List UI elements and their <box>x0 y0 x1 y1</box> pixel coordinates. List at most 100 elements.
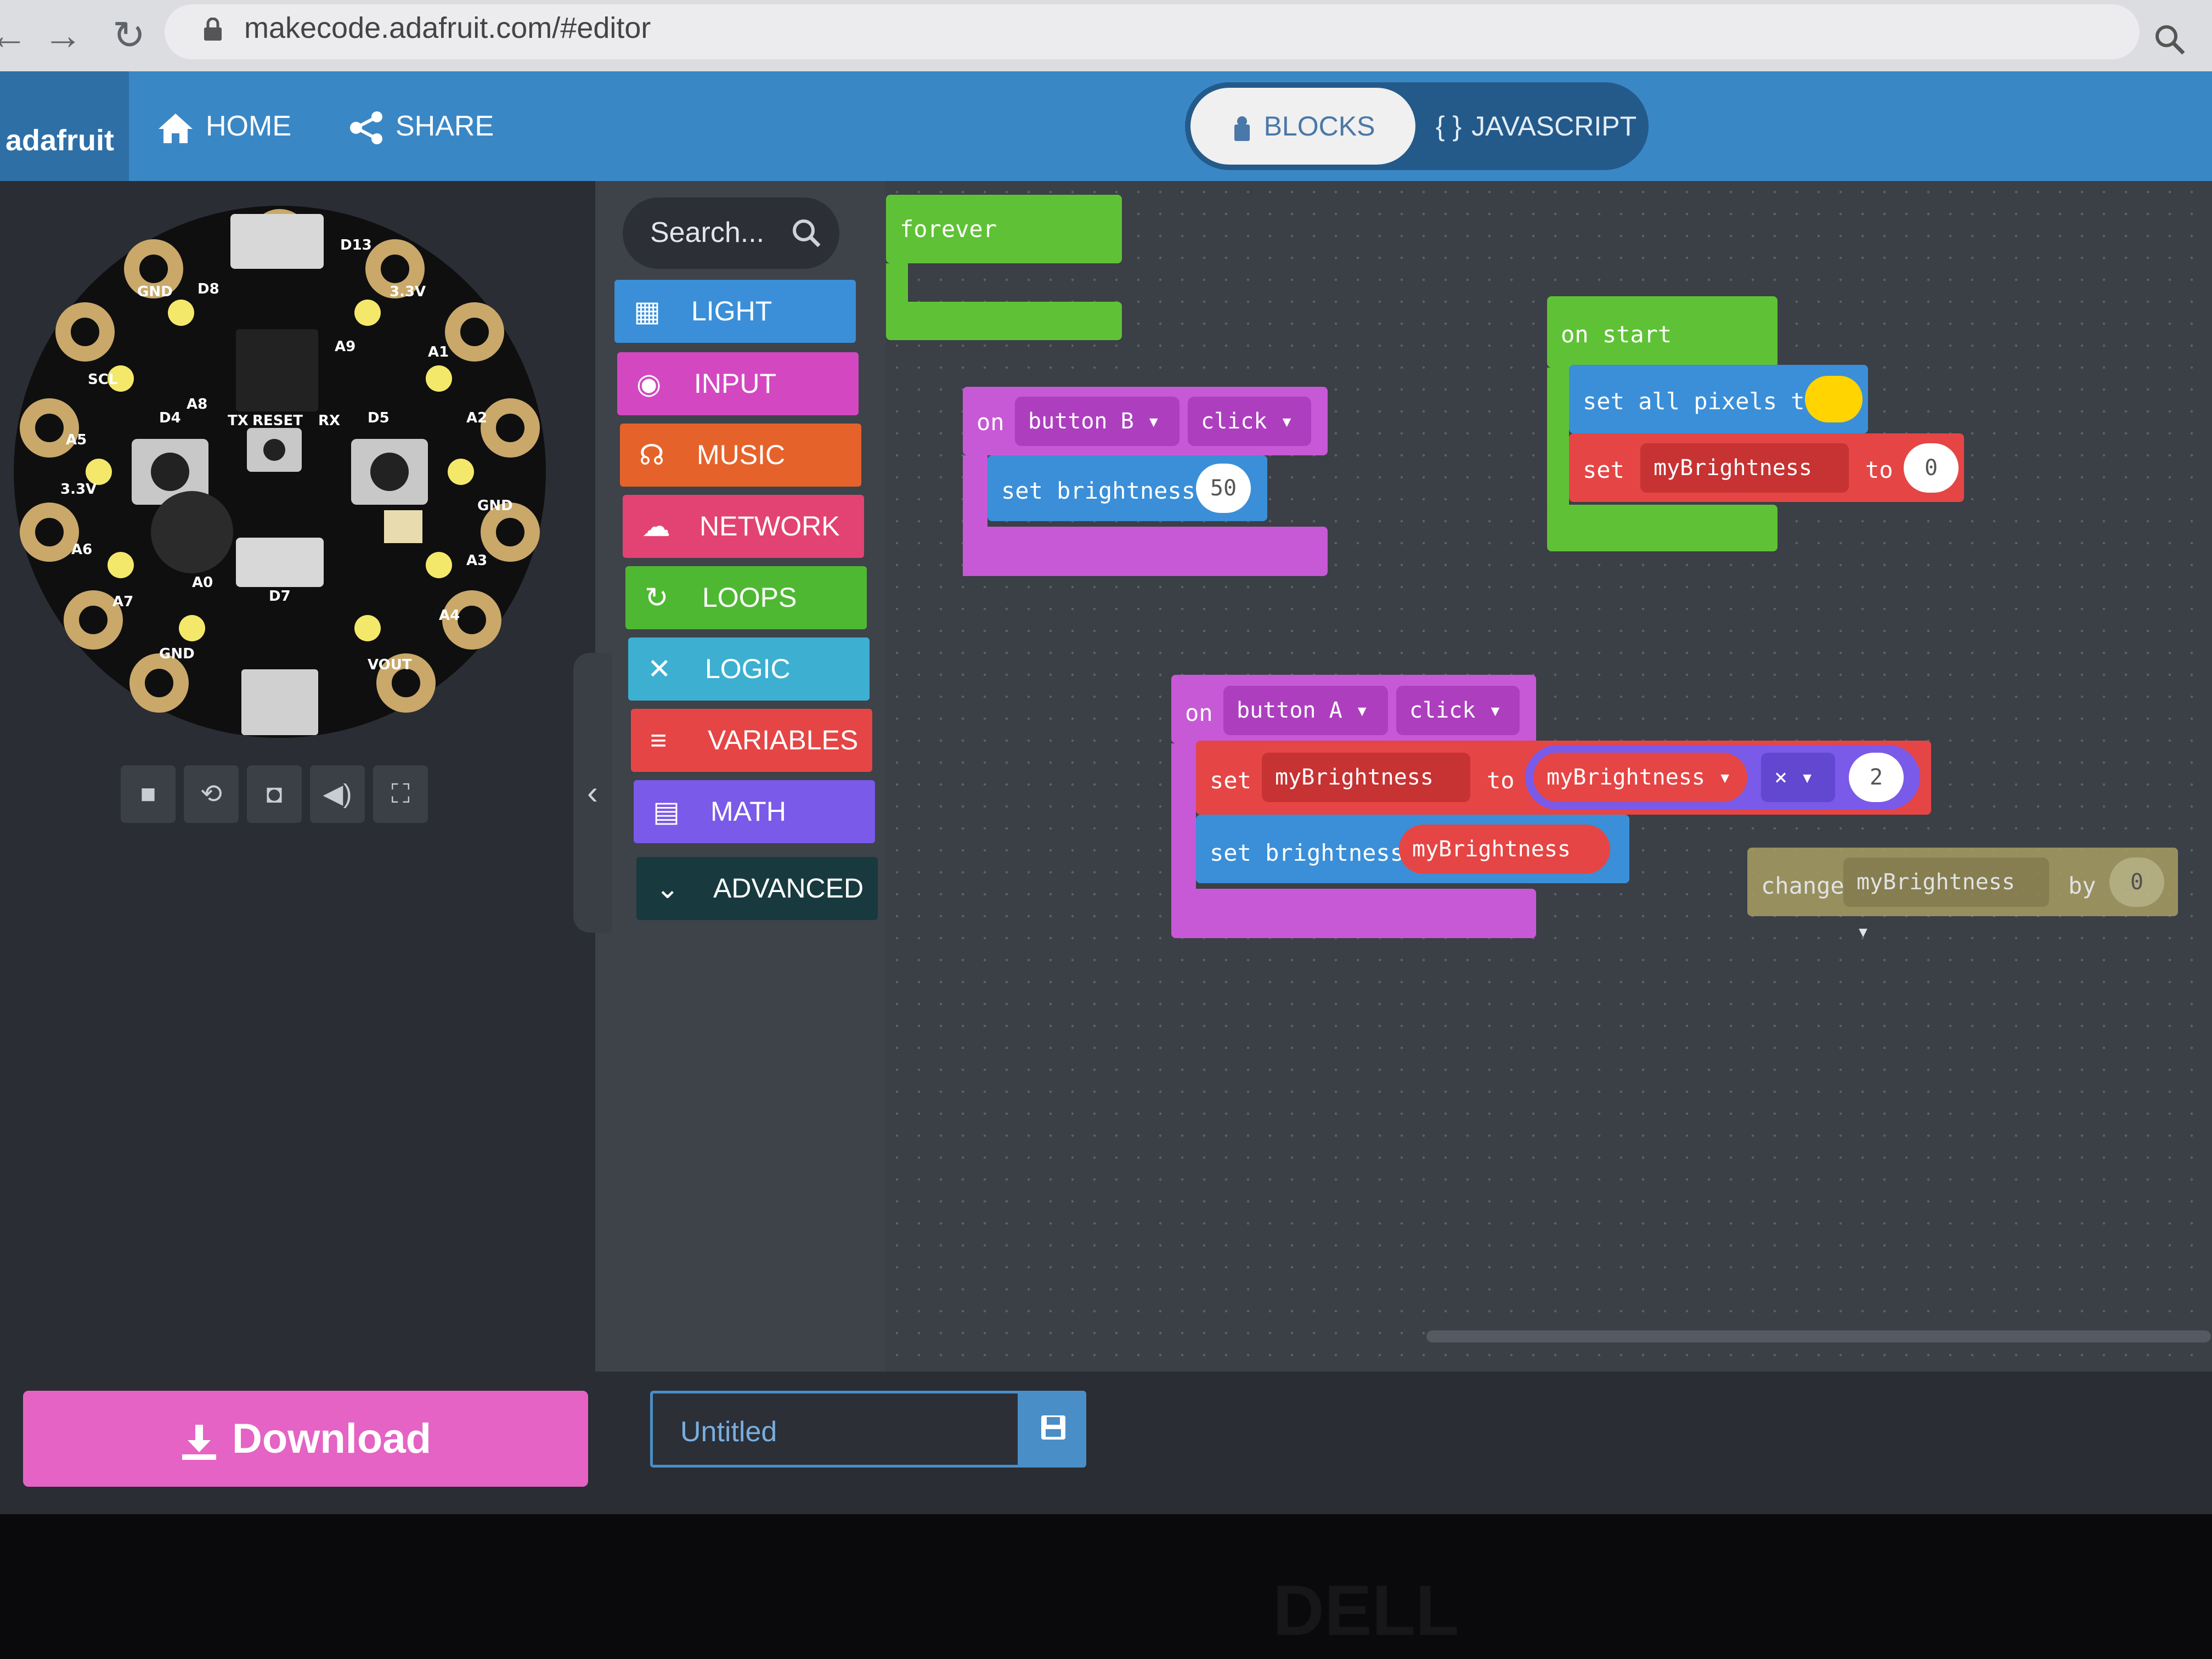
button-b-dropdown[interactable]: button B ▾ <box>1015 397 1180 446</box>
change-label: change <box>1761 872 1844 899</box>
variable-value: myBrightness <box>1654 455 1812 481</box>
category-label: INPUT <box>694 368 776 399</box>
click-dropdown[interactable]: click ▾ <box>1396 686 1520 735</box>
javascript-tab[interactable]: { } JAVASCRIPT <box>1429 88 1643 165</box>
variable-reporter[interactable]: myBrightness ▾ <box>1533 753 1747 802</box>
svg-text:3.3V: 3.3V <box>60 481 97 498</box>
svg-text:A6: A6 <box>71 541 92 558</box>
category-variables-icon: ≡ <box>650 725 667 757</box>
search-icon[interactable] <box>787 214 826 252</box>
multiply-block[interactable]: myBrightness ▾ × ▾ 2 <box>1525 745 1920 810</box>
set-brightness-block[interactable]: set brightness 50 <box>988 455 1267 521</box>
on-start-footer <box>1547 505 1778 551</box>
on-button-a-block[interactable]: on button A ▾ click ▾ <box>1171 675 1536 743</box>
puzzle-piece-icon <box>1234 116 1250 141</box>
forever-block-footer <box>886 302 1122 340</box>
save-icon <box>1041 1415 1065 1440</box>
screenshot-icon[interactable]: ◘ <box>247 765 302 823</box>
category-math[interactable]: ▤ MATH <box>634 780 875 843</box>
editor-mode-toggle: BLOCKS { } JAVASCRIPT <box>1185 82 1649 170</box>
save-button[interactable] <box>1020 1391 1086 1468</box>
back-arrow-icon[interactable]: ← <box>0 11 33 60</box>
click-dropdown[interactable]: click ▾ <box>1188 397 1311 446</box>
category-network[interactable]: ☁ NETWORK <box>623 495 864 558</box>
collapse-toolbox-icon[interactable]: ‹ <box>573 653 612 933</box>
category-logic[interactable]: ✕ LOGIC <box>628 637 870 701</box>
stop-icon[interactable]: ■ <box>121 765 176 823</box>
forward-arrow-icon[interactable]: → <box>38 11 88 60</box>
category-light[interactable]: ▦ LIGHT <box>614 280 856 343</box>
category-label: LOGIC <box>705 653 791 684</box>
svg-text:GND: GND <box>159 646 195 662</box>
to-label: to <box>1865 456 1893 483</box>
category-input[interactable]: ◉ INPUT <box>617 352 859 415</box>
category-network-icon: ☁ <box>642 511 670 543</box>
svg-text:D5: D5 <box>368 410 390 426</box>
svg-text:SCL: SCL <box>88 371 117 388</box>
project-name-input[interactable]: Untitled <box>650 1391 1020 1468</box>
restart-icon[interactable]: ⟲ <box>184 765 239 823</box>
number-input[interactable]: 0 <box>2109 857 2164 907</box>
reload-icon[interactable]: ↻ <box>104 11 154 60</box>
browser-toolbar: ← → ↻ makecode.adafruit.com/#editor <box>0 0 2212 71</box>
variable-dropdown[interactable]: myBrightness ▾ <box>1262 753 1470 839</box>
blocks-workspace[interactable]: forever on button B ▾ click ▾ set bright… <box>886 181 2212 1372</box>
zoom-icon[interactable] <box>2153 23 2186 56</box>
set-all-pixels-block[interactable]: set all pixels to <box>1569 365 1868 433</box>
to-label: to <box>1487 767 1515 794</box>
set-mybrightness-block[interactable]: set myBrightness ▾ to 0 <box>1569 433 1964 530</box>
variable-dropdown[interactable]: myBrightness ▾ <box>1843 857 2049 944</box>
on-button-a-spine <box>1171 743 1196 900</box>
variable-reporter[interactable]: myBrightness ▾ <box>1399 825 1610 911</box>
workspace-horizontal-scrollbar[interactable] <box>1426 1330 2211 1342</box>
category-loops[interactable]: ↻ LOOPS <box>625 566 867 629</box>
set-mybrightness-multiply-block[interactable]: set myBrightness ▾ to myBrightness ▾ × ▾… <box>1196 741 1931 839</box>
forever-block[interactable]: forever <box>886 195 1122 263</box>
on-button-b-block[interactable]: on button B ▾ click ▾ <box>963 387 1328 455</box>
blocks-tab[interactable]: BLOCKS <box>1190 88 1415 165</box>
toolbox-search-input[interactable]: Search... <box>623 198 839 269</box>
set-brightness-label: set brightness <box>1001 477 1196 504</box>
svg-text:TX: TX <box>228 413 249 429</box>
svg-text:A5: A5 <box>66 432 87 448</box>
url-text[interactable]: makecode.adafruit.com/#editor <box>244 11 651 45</box>
home-button[interactable]: HOME <box>156 101 291 151</box>
category-variables[interactable]: ≡ VARIABLES <box>631 709 872 772</box>
download-label: Download <box>232 1415 432 1462</box>
brightness-value-input[interactable]: 50 <box>1196 464 1251 513</box>
pixel-color-picker[interactable] <box>1805 376 1863 422</box>
variable-dropdown[interactable]: myBrightness ▾ <box>1640 443 1849 530</box>
sound-icon[interactable]: ◀) <box>310 765 365 823</box>
svg-text:A9: A9 <box>335 338 356 355</box>
monitor-screen: ← → ↻ makecode.adafruit.com/#editor adaf… <box>0 0 2212 1514</box>
category-advanced[interactable]: ⌄ ADVANCED <box>636 857 878 920</box>
category-music[interactable]: ☊ MUSIC <box>620 424 861 487</box>
svg-text:3.3V: 3.3V <box>390 284 426 300</box>
by-label: by <box>2068 872 2096 899</box>
change-variable-block[interactable]: change myBrightness ▾ by 0 <box>1747 848 2178 944</box>
svg-text:A2: A2 <box>466 410 487 426</box>
number-input[interactable]: 0 <box>1904 443 1959 493</box>
set-brightness-block[interactable]: set brightness myBrightness ▾ <box>1196 815 1629 911</box>
category-math-icon: ▤ <box>653 796 680 828</box>
adafruit-logo[interactable]: adafruit <box>0 71 129 181</box>
multiplier-input[interactable]: 2 <box>1849 753 1904 802</box>
app-header: adafruit HOME SHARE BLOCKS { } JAVASCRIPT <box>0 71 2212 181</box>
svg-text:A0: A0 <box>192 574 213 591</box>
set-label: set <box>1583 456 1624 483</box>
operator-dropdown[interactable]: × ▾ <box>1761 753 1835 802</box>
button-a-dropdown[interactable]: button A ▾ <box>1223 686 1388 735</box>
share-button[interactable]: SHARE <box>348 101 494 151</box>
home-label: HOME <box>206 110 291 142</box>
set-label: set <box>1210 767 1251 794</box>
on-start-label: on start <box>1561 321 1672 348</box>
category-label: VARIABLES <box>708 725 859 755</box>
circuit-playground-board[interactable]: D8 A9 A8 D4 RESET RX D5 D7 A0 TX D13 3.3V A1 A2 GN… <box>11 203 549 741</box>
category-label: LOOPS <box>702 582 797 613</box>
fullscreen-icon[interactable]: ⛶ <box>373 765 428 823</box>
search-placeholder: Search... <box>650 217 765 249</box>
download-button[interactable]: Download <box>23 1391 588 1487</box>
on-start-block[interactable]: on start <box>1547 296 1778 368</box>
svg-text:D8: D8 <box>198 281 219 297</box>
home-icon <box>159 114 193 144</box>
